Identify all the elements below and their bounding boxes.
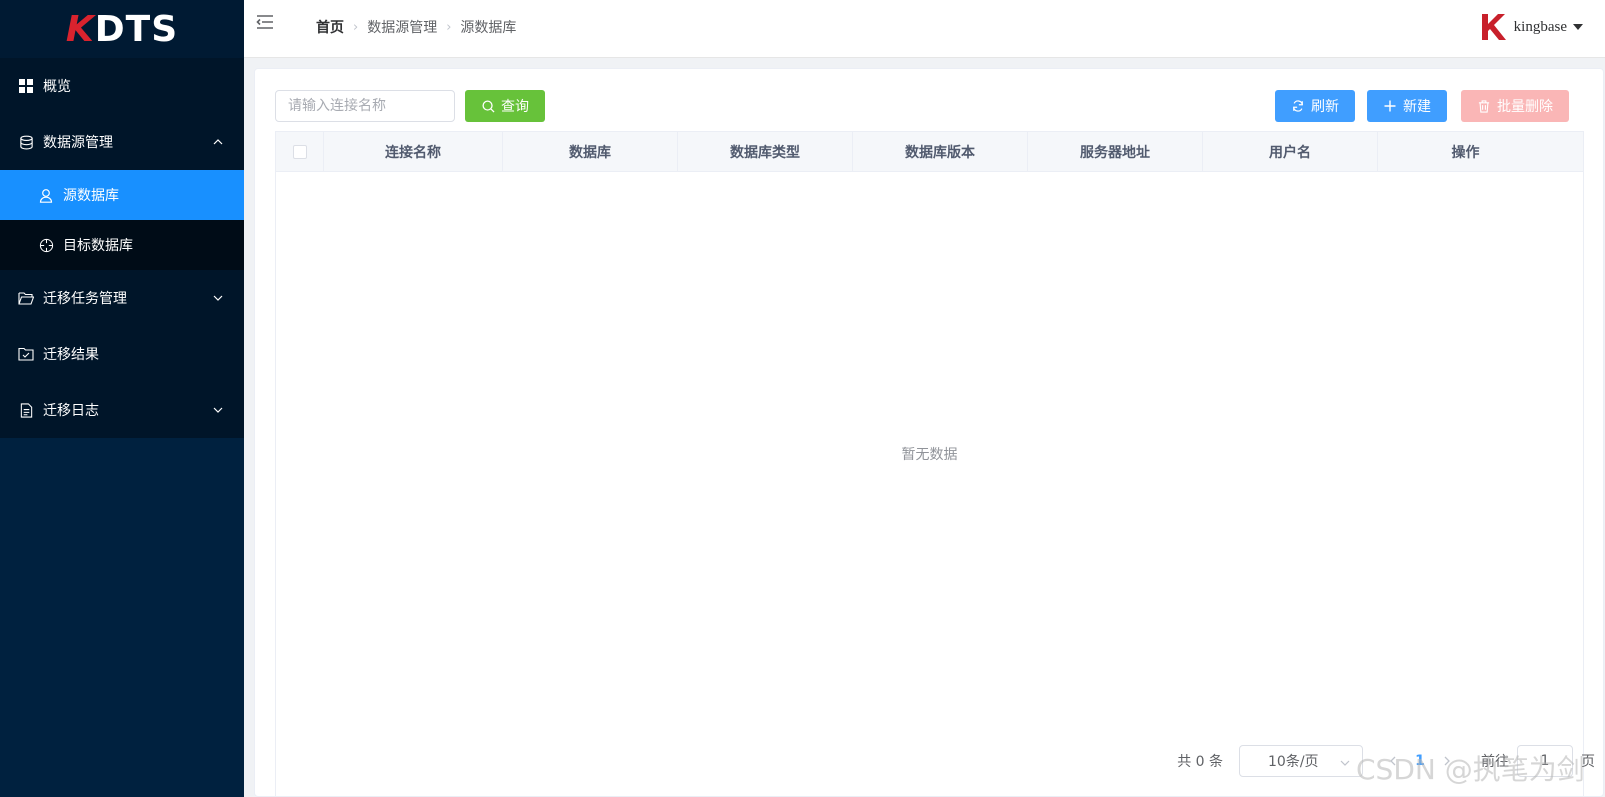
breadcrumb-datasource[interactable]: 数据源管理 <box>367 17 437 37</box>
app-logo[interactable]: K DTS <box>0 0 244 58</box>
sidebar-item-migration-results[interactable]: 迁移结果 <box>0 326 244 382</box>
chevron-up-icon <box>212 136 224 148</box>
column-header-connection-name[interactable]: 连接名称 <box>324 132 503 172</box>
sidebar: K DTS 概览 数据源管理 源数据库 目标数据库 迁移任务管理 迁移结果 迁移… <box>0 0 244 797</box>
breadcrumb-home[interactable]: 首页 <box>316 17 344 37</box>
toolbar: 查询 刷新 新建 批量删除 <box>275 89 1583 123</box>
page-unit-label: 页 <box>1581 754 1595 770</box>
chevron-down-icon <box>212 404 224 416</box>
sidebar-item-label: 源数据库 <box>63 188 119 204</box>
refresh-button[interactable]: 刷新 <box>1275 90 1355 122</box>
sidebar-item-migration-logs[interactable]: 迁移日志 <box>0 382 244 438</box>
datasource-submenu: 源数据库 目标数据库 <box>0 170 244 270</box>
sidebar-menu: 概览 数据源管理 源数据库 目标数据库 迁移任务管理 迁移结果 迁移日志 <box>0 58 244 438</box>
table-body: 暂无数据 <box>276 172 1583 772</box>
sidebar-item-label: 迁移结果 <box>43 347 99 363</box>
grid-icon <box>18 78 34 94</box>
sidebar-item-label: 迁移日志 <box>43 403 99 419</box>
sidebar-item-target-db[interactable]: 目标数据库 <box>0 220 244 270</box>
empty-state-text: 暂无数据 <box>901 447 958 463</box>
sidebar-item-label: 目标数据库 <box>63 238 133 254</box>
chevron-down-icon <box>212 292 224 304</box>
refresh-label: 刷新 <box>1311 99 1339 115</box>
batch-delete-label: 批量删除 <box>1497 99 1553 115</box>
pagination: 共 0 条 10条/页 1 前往 页 <box>1177 745 1603 777</box>
folder-open-icon <box>18 290 34 306</box>
new-label: 新建 <box>1403 99 1431 115</box>
column-header-username[interactable]: 用户名 <box>1203 132 1378 172</box>
column-header-database[interactable]: 数据库 <box>503 132 678 172</box>
folder-check-icon <box>18 346 34 362</box>
goto-label: 前往 <box>1481 754 1509 770</box>
target-icon <box>38 237 54 253</box>
batch-delete-button[interactable]: 批量删除 <box>1461 90 1569 122</box>
plus-icon <box>1383 99 1397 113</box>
database-icon <box>18 134 34 150</box>
next-page-button[interactable] <box>1435 747 1459 775</box>
table-header: 连接名称 数据库 数据库类型 数据库版本 服务器地址 用户名 操作 <box>276 132 1583 172</box>
prev-page-button[interactable] <box>1381 747 1405 775</box>
logo-dts: DTS <box>94 8 179 50</box>
connection-name-search-input[interactable] <box>275 90 455 122</box>
kingbase-logo-icon <box>1478 12 1506 42</box>
column-header-actions: 操作 <box>1451 145 1480 161</box>
sidebar-item-overview[interactable]: 概览 <box>0 58 244 114</box>
caret-down-icon <box>1573 24 1583 30</box>
menu-toggle-icon[interactable] <box>256 14 274 30</box>
document-icon <box>18 402 34 418</box>
content-card: 查询 刷新 新建 批量删除 连接名称 数据库 数据 <box>254 68 1604 797</box>
page-jump-input[interactable] <box>1517 745 1573 777</box>
breadcrumb: 首页 › 数据源管理 › 源数据库 <box>316 17 516 37</box>
sidebar-item-migration-tasks[interactable]: 迁移任务管理 <box>0 270 244 326</box>
search-icon <box>481 99 495 113</box>
logo-k: K <box>65 8 95 50</box>
new-button[interactable]: 新建 <box>1367 90 1447 122</box>
datasource-table: 连接名称 数据库 数据库类型 数据库版本 服务器地址 用户名 操作 暂无数据 <box>275 131 1584 797</box>
page-size-value: 10条/页 <box>1268 754 1319 770</box>
refresh-icon <box>1291 99 1305 113</box>
page-number-1[interactable]: 1 <box>1405 747 1435 775</box>
column-header-server-address[interactable]: 服务器地址 <box>1028 132 1203 172</box>
select-all-checkbox[interactable] <box>292 145 307 159</box>
user-name: kingbase <box>1513 18 1567 35</box>
column-header-database-type[interactable]: 数据库类型 <box>678 132 853 172</box>
select-all-cell <box>276 132 324 172</box>
chevron-down-icon <box>1340 756 1350 766</box>
top-header: 首页 › 数据源管理 › 源数据库 kingbase <box>244 0 1605 58</box>
column-header-database-version[interactable]: 数据库版本 <box>853 132 1028 172</box>
sidebar-item-source-db[interactable]: 源数据库 <box>0 170 244 220</box>
breadcrumb-current: 源数据库 <box>460 20 517 36</box>
breadcrumb-separator-icon: › <box>353 19 359 35</box>
page-size-select[interactable]: 10条/页 <box>1239 745 1363 777</box>
breadcrumb-separator-icon: › <box>446 19 452 35</box>
sidebar-item-datasource[interactable]: 数据源管理 <box>0 114 244 170</box>
pagination-total: 共 0 条 <box>1177 754 1223 770</box>
user-menu[interactable]: kingbase <box>1478 12 1583 42</box>
query-label: 查询 <box>501 99 529 115</box>
sidebar-item-label: 迁移任务管理 <box>43 291 127 307</box>
sidebar-item-label: 概览 <box>43 79 71 95</box>
trash-icon <box>1477 99 1491 113</box>
user-icon <box>38 187 54 203</box>
sidebar-item-label: 数据源管理 <box>43 135 113 151</box>
query-button[interactable]: 查询 <box>465 90 545 122</box>
